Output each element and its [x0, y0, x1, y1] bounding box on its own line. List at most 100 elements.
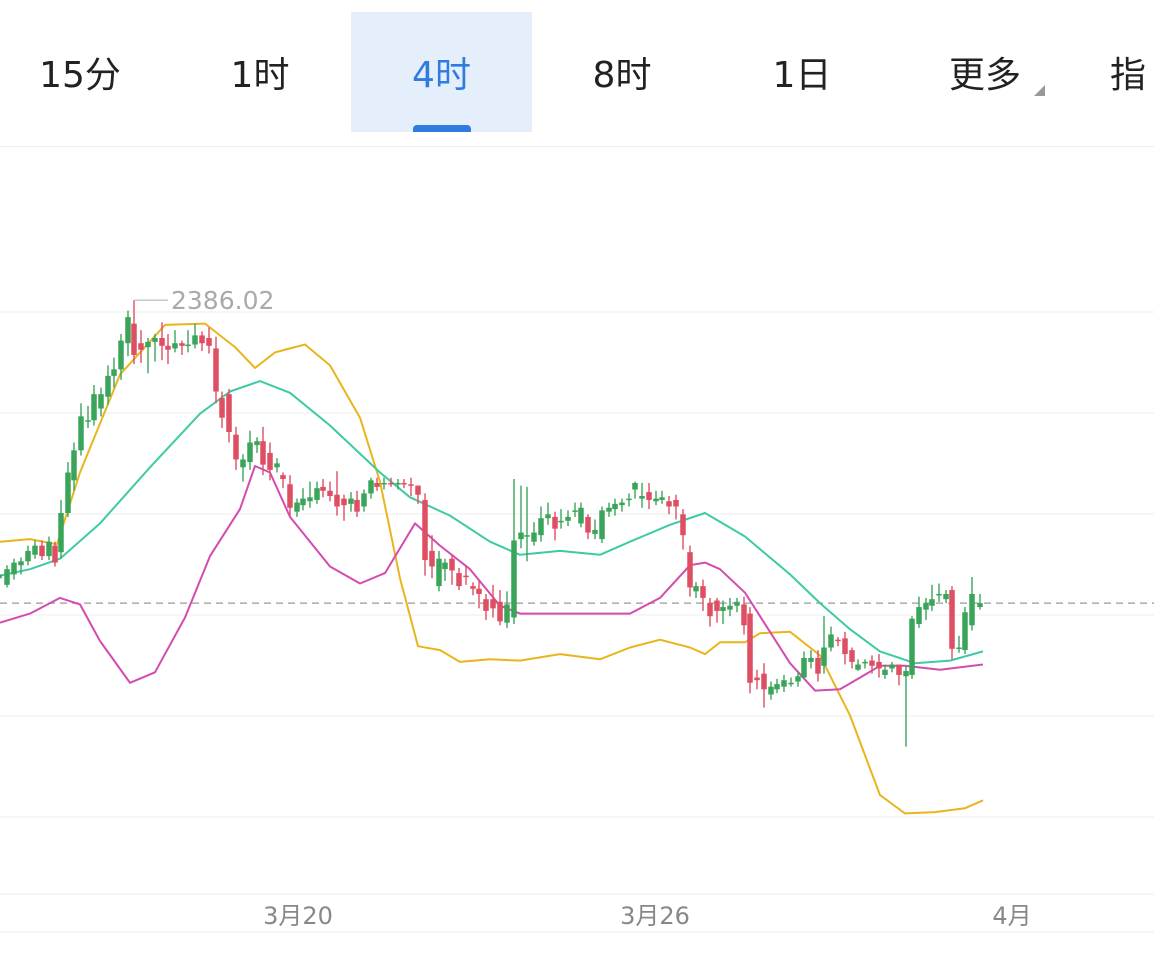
- candle-up: [85, 405, 91, 429]
- candle-body: [206, 337, 212, 346]
- candle-down: [334, 471, 340, 516]
- candle-body: [300, 498, 306, 506]
- candle-down: [646, 482, 652, 510]
- candle-up: [821, 616, 827, 674]
- candle-body: [463, 575, 469, 578]
- candle-body: [626, 498, 632, 501]
- candle-up: [626, 493, 632, 507]
- candle-body: [374, 482, 380, 487]
- tab-1day[interactable]: 1日: [722, 12, 882, 132]
- tab-1hour[interactable]: 1时: [180, 12, 340, 132]
- candle-down: [226, 388, 232, 443]
- candle-up: [65, 462, 71, 517]
- candle-up: [781, 674, 787, 692]
- tab-4hour[interactable]: 4时: [351, 12, 532, 132]
- candle-body: [855, 664, 861, 670]
- candle-down: [842, 631, 848, 665]
- candle-up: [518, 485, 524, 549]
- candle-body: [348, 498, 354, 504]
- candle-down: [896, 664, 902, 686]
- tab-8hour[interactable]: 8时: [542, 12, 702, 132]
- candle-body: [558, 520, 564, 523]
- candle-down: [680, 509, 686, 550]
- candle-up: [653, 490, 659, 506]
- candle-body: [429, 550, 435, 567]
- candle-body: [483, 599, 489, 611]
- candle-down: [52, 541, 58, 567]
- candle-body: [962, 612, 968, 651]
- candle-body: [761, 673, 767, 690]
- candle-body: [700, 586, 706, 598]
- middle-band-line: [0, 380, 984, 665]
- candle-down: [456, 567, 462, 591]
- tab-more[interactable]: 更多: [905, 12, 1065, 132]
- candle-body: [85, 420, 91, 422]
- candle-down: [849, 647, 855, 669]
- candle-body: [274, 463, 280, 468]
- candle-up: [903, 665, 909, 747]
- candle-body: [361, 493, 367, 507]
- max-price-label: 2386.02: [171, 286, 274, 315]
- candle-up: [923, 597, 929, 621]
- candle-up: [619, 498, 625, 512]
- candle-up: [524, 486, 530, 562]
- candle-body: [381, 482, 387, 485]
- candle-up: [734, 597, 740, 613]
- candle-body: [172, 343, 178, 349]
- candle-body: [4, 569, 10, 585]
- candle-body: [538, 518, 544, 536]
- lower-band-line: [0, 465, 984, 692]
- candle-body: [219, 398, 225, 418]
- bollinger-bands: [0, 322, 984, 815]
- tab-15min[interactable]: 15分: [0, 12, 160, 132]
- candle-up: [565, 510, 571, 527]
- candle-up: [969, 576, 975, 631]
- candle-body: [165, 345, 171, 350]
- candle-body: [46, 541, 52, 557]
- candle-body: [233, 434, 239, 460]
- candle-body: [470, 586, 476, 589]
- tab-label: 指: [1110, 55, 1147, 96]
- candle-up: [247, 430, 253, 470]
- candle-up: [855, 659, 861, 672]
- candle-body: [653, 498, 659, 502]
- candle-body: [842, 638, 848, 655]
- candle-body: [314, 488, 320, 500]
- tab-indicators[interactable]: 指: [1110, 12, 1154, 132]
- candle-up: [572, 502, 578, 517]
- candle-body: [39, 545, 45, 557]
- candle-body: [592, 529, 598, 534]
- candle-body: [552, 516, 558, 529]
- candle-up: [300, 488, 306, 511]
- candle-body: [821, 647, 827, 666]
- candle-down: [213, 336, 219, 404]
- candle-body: [943, 593, 949, 600]
- candle-up: [254, 437, 260, 453]
- candle-up: [4, 565, 10, 588]
- candle-up: [909, 616, 915, 679]
- candle-up: [25, 545, 31, 566]
- candle-body: [388, 482, 394, 485]
- candle-body: [916, 607, 922, 625]
- candlestick-chart[interactable]: 2386.02 3月20 3月26 4月: [0, 146, 1154, 980]
- candle-body: [612, 503, 618, 510]
- candle-down: [490, 584, 496, 618]
- candle-body: [646, 492, 652, 500]
- candle-body: [632, 482, 638, 490]
- candle-up: [11, 558, 17, 580]
- candle-down: [673, 494, 679, 520]
- candle-body: [497, 601, 503, 622]
- candle-down: [422, 493, 428, 576]
- candle-body: [565, 516, 571, 521]
- candle-body: [511, 540, 517, 618]
- candle-body: [408, 484, 414, 486]
- candle-down: [470, 582, 476, 596]
- candle-down: [707, 597, 713, 627]
- candle-body: [768, 686, 774, 695]
- tab-label: 15分: [39, 55, 121, 96]
- candle-body: [449, 558, 455, 571]
- candle-down: [761, 663, 767, 708]
- candle-body: [226, 394, 232, 433]
- candle-down: [835, 637, 841, 647]
- candle-body: [456, 573, 462, 587]
